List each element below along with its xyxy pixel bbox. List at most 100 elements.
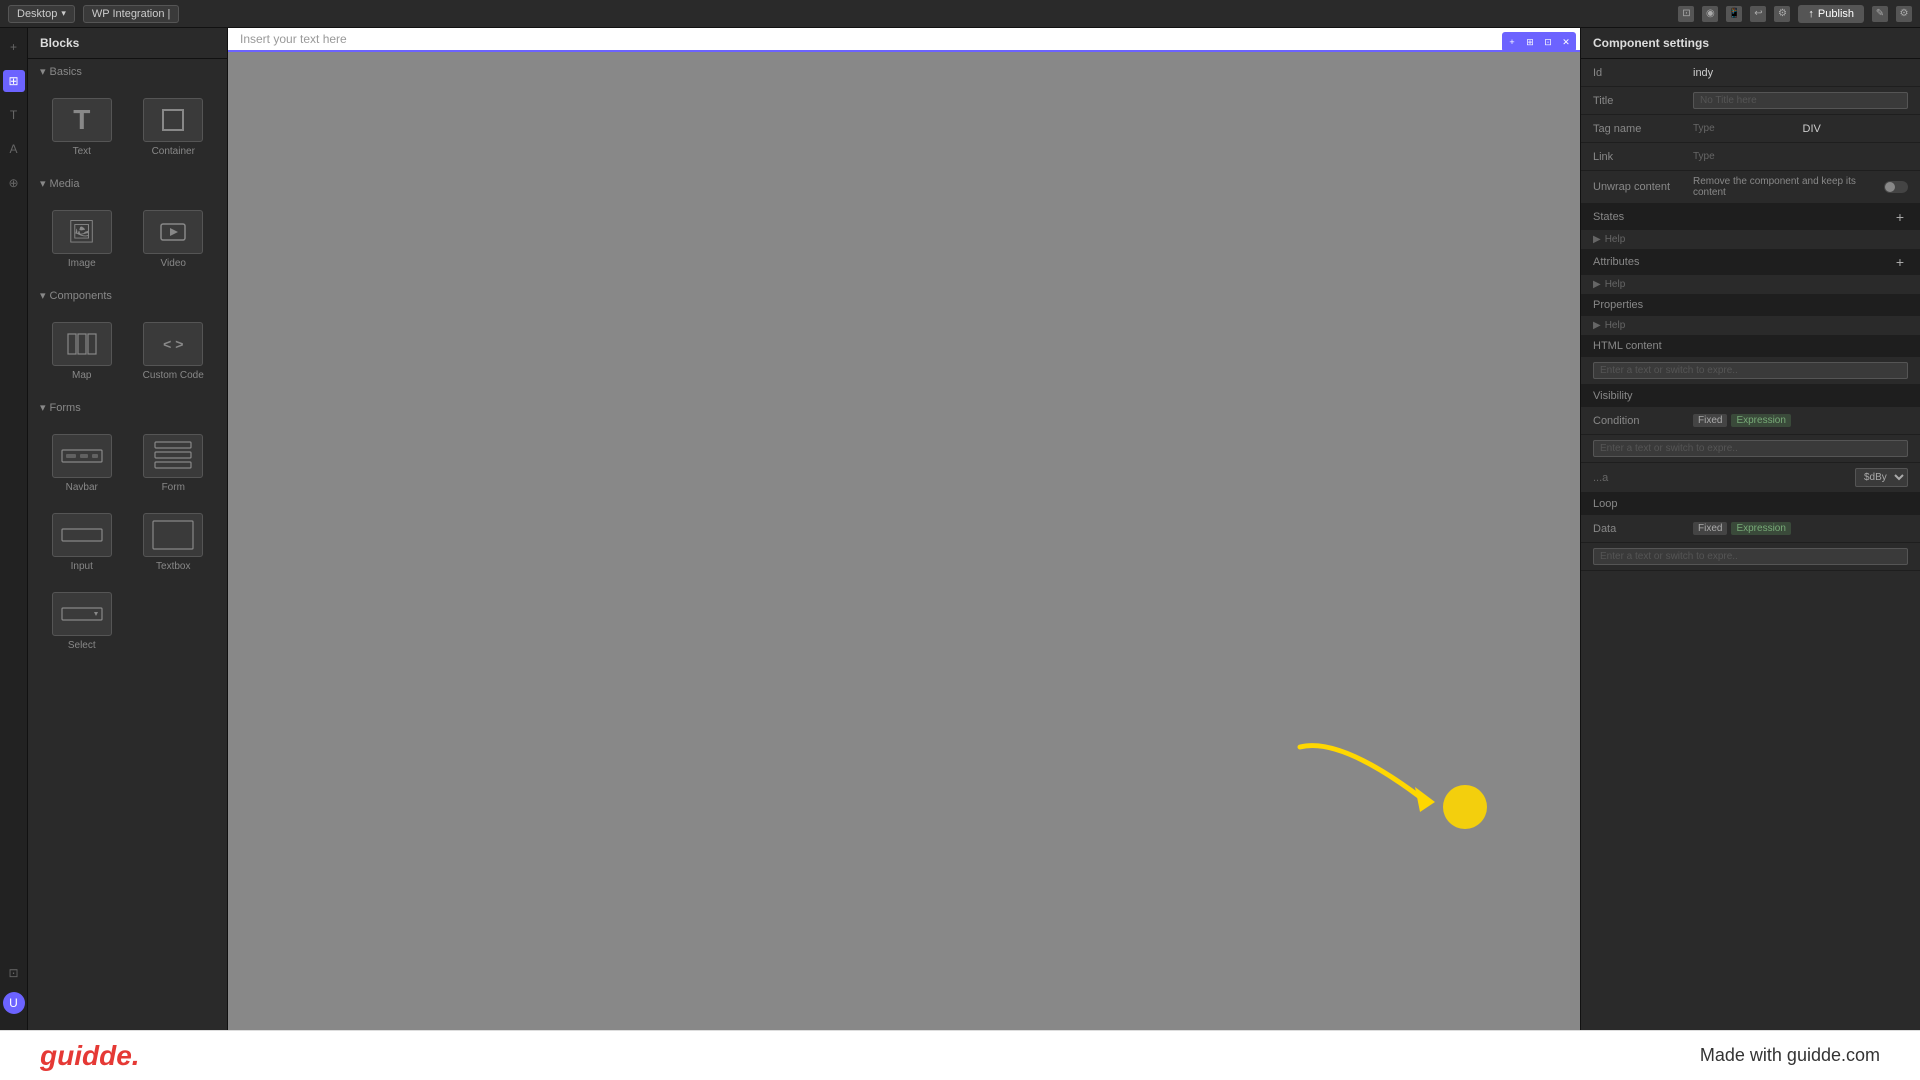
- help-row-2[interactable]: ▶ Help: [1581, 275, 1920, 294]
- row-title: Title: [1581, 87, 1920, 115]
- eye-icon[interactable]: ◉: [1702, 6, 1718, 22]
- sidebar-text-icon[interactable]: T: [3, 104, 25, 126]
- row-data-input: [1581, 543, 1920, 571]
- bindby-select[interactable]: $dBy: [1855, 468, 1908, 487]
- block-textbox[interactable]: Textbox: [132, 507, 216, 578]
- block-custom-code[interactable]: < > Custom Code: [132, 316, 216, 387]
- panel-title: Component settings: [1581, 28, 1920, 59]
- collapse-media-icon: ▾: [40, 177, 46, 190]
- properties-section[interactable]: Properties: [1581, 294, 1920, 316]
- unwrap-toggle[interactable]: [1884, 181, 1908, 193]
- id-value: indy: [1693, 67, 1908, 79]
- collapse-forms-icon: ▾: [40, 401, 46, 414]
- section-forms[interactable]: ▾ Forms: [28, 395, 227, 420]
- visibility-section[interactable]: Visibility: [1581, 385, 1920, 407]
- condition-fixed-tag[interactable]: Fixed: [1693, 414, 1727, 427]
- block-navbar[interactable]: Navbar: [40, 428, 124, 499]
- canvas-ctrl-copy[interactable]: ⊡: [1540, 34, 1556, 50]
- integration-selector[interactable]: WP Integration |: [83, 5, 179, 23]
- publish-label: Publish: [1818, 8, 1854, 20]
- section-components-label: Components: [50, 290, 112, 302]
- container-block-label: Container: [152, 146, 195, 157]
- desktop-label: Desktop: [17, 8, 57, 20]
- title-label: Title: [1593, 95, 1693, 107]
- states-label: States: [1593, 211, 1624, 223]
- preview-icon[interactable]: ⊡: [1678, 6, 1694, 22]
- condition-input[interactable]: [1593, 440, 1908, 457]
- row-unwrap: Unwrap content Remove the component and …: [1581, 171, 1920, 204]
- gear-icon[interactable]: ⚙: [1896, 6, 1912, 22]
- collapse-icon: ▾: [40, 65, 46, 78]
- title-input[interactable]: [1693, 92, 1908, 109]
- block-map[interactable]: Map: [40, 316, 124, 387]
- block-input[interactable]: Input: [40, 507, 124, 578]
- block-container[interactable]: Container: [132, 92, 216, 163]
- undo-icon[interactable]: ↩: [1750, 6, 1766, 22]
- video-block-label: Video: [161, 258, 186, 269]
- help-triangle-icon-3: ▶: [1593, 320, 1601, 331]
- tagname-type-label: Type: [1693, 123, 1799, 134]
- section-components[interactable]: ▾ Components: [28, 283, 227, 308]
- publish-button[interactable]: ↑ Publish: [1798, 5, 1864, 23]
- block-select[interactable]: Select: [40, 586, 124, 657]
- desktop-selector[interactable]: Desktop ▾: [8, 5, 75, 23]
- pen-icon[interactable]: ✎: [1872, 6, 1888, 22]
- basics-grid: T Text Container: [28, 84, 227, 171]
- input-block-label: Input: [71, 561, 93, 572]
- data-expression-tag[interactable]: Expression: [1731, 522, 1790, 535]
- attributes-section[interactable]: Attributes +: [1581, 249, 1920, 275]
- sidebar-style-icon[interactable]: A: [3, 138, 25, 160]
- data-fixed-tag[interactable]: Fixed: [1693, 522, 1727, 535]
- sidebar-blocks-icon[interactable]: ⊞: [3, 70, 25, 92]
- bindby-label: ...a: [1593, 472, 1855, 484]
- loop-section[interactable]: Loop: [1581, 493, 1920, 515]
- tagname-type-value: DIV: [1803, 123, 1909, 135]
- canvas-area[interactable]: Insert your text here + ⊞ ⊡ ✕: [228, 28, 1580, 1030]
- custom-code-block-label: Custom Code: [143, 370, 204, 381]
- image-block-icon: 🖼: [52, 210, 112, 254]
- far-left-sidebar: + ⊞ T A ⊕ ⊡ U: [0, 28, 28, 1030]
- media-grid: 🖼 Image Video: [28, 196, 227, 283]
- canvas-ctrl-add[interactable]: +: [1504, 34, 1520, 50]
- canvas-ctrl-delete[interactable]: ✕: [1558, 34, 1574, 50]
- top-bar: Desktop ▾ WP Integration | ⊡ ◉ 📱 ↩ ⚙ ↑ P…: [0, 0, 1920, 28]
- sidebar-bottom: ⊡ U: [3, 962, 25, 1022]
- watermark-bar: guidde. Made with guidde.com: [0, 1030, 1920, 1080]
- form-block-icon: [143, 434, 203, 478]
- sidebar-components-icon[interactable]: ⊕: [3, 172, 25, 194]
- canvas-ctrl-settings[interactable]: ⊞: [1522, 34, 1538, 50]
- container-block-icon: [143, 98, 203, 142]
- help-row-3[interactable]: ▶ Help: [1581, 316, 1920, 335]
- sidebar-user-icon[interactable]: U: [3, 992, 25, 1014]
- section-media-label: Media: [50, 178, 80, 190]
- block-text[interactable]: T Text: [40, 92, 124, 163]
- sidebar-grid-icon[interactable]: ⊡: [3, 962, 25, 984]
- html-content-section[interactable]: HTML content: [1581, 335, 1920, 357]
- block-form[interactable]: Form: [132, 428, 216, 499]
- condition-expression-tag[interactable]: Expression: [1731, 414, 1790, 427]
- block-image[interactable]: 🖼 Image: [40, 204, 124, 275]
- row-condition-input: [1581, 435, 1920, 463]
- row-condition: Condition Fixed Expression: [1581, 407, 1920, 435]
- states-section[interactable]: States +: [1581, 204, 1920, 230]
- help-row-1[interactable]: ▶ Help: [1581, 230, 1920, 249]
- settings-icon[interactable]: ⚙: [1774, 6, 1790, 22]
- data-input[interactable]: [1593, 548, 1908, 565]
- select-block-icon: [52, 592, 112, 636]
- visibility-label: Visibility: [1593, 390, 1633, 402]
- canvas-insert-bar[interactable]: Insert your text here: [228, 28, 1580, 52]
- sidebar-add-icon[interactable]: +: [3, 36, 25, 58]
- device-icon[interactable]: 📱: [1726, 6, 1742, 22]
- block-video[interactable]: Video: [132, 204, 216, 275]
- section-media[interactable]: ▾ Media: [28, 171, 227, 196]
- states-add-button[interactable]: +: [1892, 209, 1908, 225]
- form-block-label: Form: [162, 482, 185, 493]
- components-grid: Map < > Custom Code: [28, 308, 227, 395]
- html-content-input[interactable]: [1593, 362, 1908, 379]
- blocks-panel: Blocks ▾ Basics T Text Container ▾ Media: [28, 28, 228, 1030]
- section-basics[interactable]: ▾ Basics: [28, 59, 227, 84]
- custom-code-block-icon: < >: [143, 322, 203, 366]
- section-forms-label: Forms: [50, 402, 81, 414]
- textbox-block-icon: [143, 513, 203, 557]
- attributes-add-button[interactable]: +: [1892, 254, 1908, 270]
